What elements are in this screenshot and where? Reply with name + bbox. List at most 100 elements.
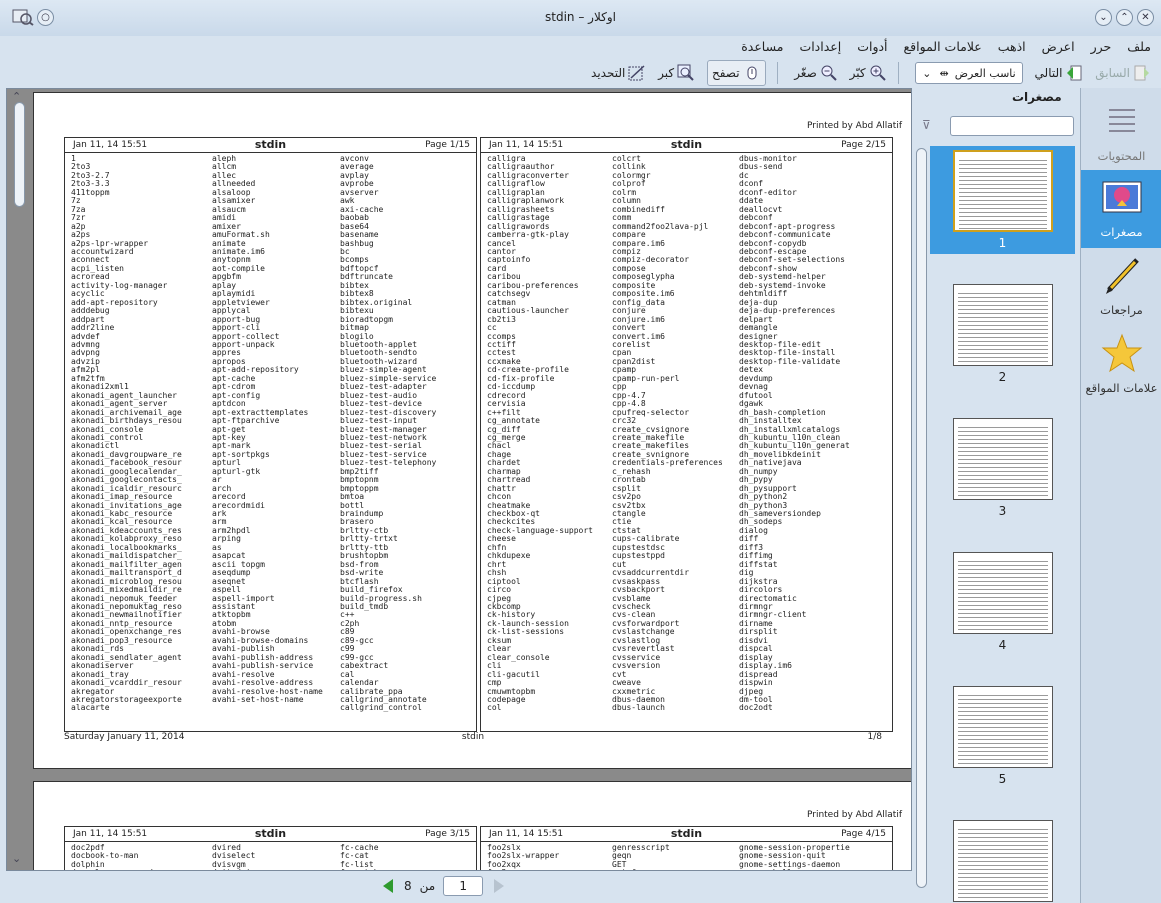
page-thumbnail-image [952,820,1053,902]
thumbnail-text-line [958,192,1047,193]
thumbnail-text-line [957,357,1048,358]
select-label: التحديد [591,66,626,80]
thumbnail-text-line [957,613,1048,614]
browse-tool-button[interactable]: تصفح [706,60,766,86]
thumbnail-text-line [957,747,1048,748]
menu-tools[interactable]: أدوات [857,36,887,58]
thumbnail-text-line [958,228,1047,229]
thumbnail-text-line [957,341,1048,342]
thumbnail-text-line [957,561,1048,562]
thumbnail-page-5[interactable]: 5 [930,682,1075,786]
file-list: doc2pdf docbook-to-man dolphin do-releas… [71,844,471,870]
sidebar-label: مصغرات [1100,225,1143,239]
sidebar-item-thumbnails[interactable]: مصغرات [1081,170,1161,248]
thumbnail-text-line [958,212,1047,213]
thumbnail-text-line [957,471,1048,472]
side-navigation: المحتويات مصغرات مراجعات علامات المواقع [1080,88,1161,903]
thumbnail-text-line [957,889,1048,890]
thumbnail-text-line [957,491,1048,492]
previous-page-button[interactable]: السابق [1095,60,1151,86]
scrollbar-thumb[interactable] [14,102,25,207]
sidebar-item-reviews[interactable]: مراجعات [1081,248,1161,326]
thumbnail-text-line [957,585,1048,586]
document-scrollbar[interactable]: ⌃ ⌄ [8,90,30,867]
thumbnail-text-line [957,483,1048,484]
next-page-arrow-icon[interactable] [380,878,396,894]
menu-file[interactable]: ملف [1127,36,1151,58]
maximize-button[interactable]: ⌃ [1116,9,1133,26]
thumbnail-page-4[interactable]: 4 [930,548,1075,652]
thumbnail-list: 1 2 3 4 5 [912,146,1080,903]
thumbnail-text-line [957,881,1048,882]
thumbnail-text-line [957,321,1048,322]
thumbnail-text-line [957,463,1048,464]
scroll-down-icon[interactable]: ⌄ [12,852,21,865]
thumbnail-text-line [957,479,1048,480]
close-button[interactable]: ✕ [1137,9,1154,26]
thumbnail-text-line [957,313,1048,314]
fit-width-icon: ⇹ [939,66,949,80]
header-filename: stdin [670,827,703,840]
thumbnail-text-line [957,695,1048,696]
page-thumbnail-image [952,552,1053,634]
minimize-button[interactable]: ⌄ [1095,9,1112,26]
thumbnail-text-line [957,435,1048,436]
thumbnails-icon [1102,181,1141,213]
thumbnail-search-input[interactable] [950,116,1074,136]
thumbnail-text-line [958,216,1047,217]
header-page-number: Page 4/15 [841,829,886,839]
previous-arrow-icon [1134,65,1149,81]
page-column-left: Jan 11, 14 15:51 stdin Page 1/15 1 2to3 2t… [64,137,477,732]
document-page-1: Printed by Abd Allatif Jan 11, 14 15:51 s… [33,92,911,769]
thumbnail-text-line [957,427,1048,428]
reviews-pencil-icon [1105,258,1139,294]
menu-view[interactable]: اعرض [1042,36,1075,58]
menu-go[interactable]: اذهب [998,36,1026,58]
next-label: التالي [1034,66,1063,80]
thumbnail-text-line [957,711,1048,712]
thumbnail-text-line [958,208,1047,209]
document-view[interactable]: Printed by Abd Allatif Jan 11, 14 15:51 s… [6,88,912,871]
thumbnail-text-line [958,160,1047,161]
menu-help[interactable]: مساعدة [741,36,783,58]
next-page-button[interactable]: التالي [1035,60,1084,86]
thumbnail-text-line [957,869,1048,870]
header-filename: stdin [254,138,287,151]
file-list: calligra calligraauthor calligraconverte… [487,155,887,730]
menu-edit[interactable]: حرر [1091,36,1112,58]
menu-bookmarks[interactable]: علامات المواقع [904,36,982,58]
page-number-input[interactable]: 1 [443,876,484,896]
page-column-right: Jan 11, 14 15:51 stdin Page 4/15 foo2slx f… [480,826,893,870]
thumbnail-page-3[interactable]: 3 [930,414,1075,518]
zoom-in-button[interactable]: كبّر [850,60,887,86]
page-thumbnail-image [952,284,1053,366]
thumbnail-page-1[interactable]: 1 [930,146,1075,254]
file-column: colcrt collink colormgr colprof colrm co… [612,155,723,713]
thumbnail-text-line [958,180,1047,181]
thumbnail-text-line [957,293,1048,294]
sidebar-item-contents[interactable]: المحتويات [1081,94,1161,172]
menu-settings[interactable]: إعدادات [799,36,841,58]
thumbnail-text-line [957,719,1048,720]
thumbnail-text-line [957,849,1048,850]
thumbnail-page-2[interactable]: 2 [930,280,1075,384]
magnify-tool-button[interactable]: كبر [658,60,695,86]
sidebar-item-bookmarks[interactable]: علامات المواقع [1081,326,1161,404]
thumbnail-text-line [957,877,1048,878]
thumbnail-text-line [958,200,1047,201]
printed-by: Printed by Abd Allatif [806,121,902,131]
zoom-out-button[interactable]: صغّر [794,60,838,86]
thumbnail-text-line [957,861,1048,862]
footer-page: 1/8 [867,732,882,742]
select-tool-button[interactable]: التحديد [591,60,646,86]
thumbnail-text-line [957,751,1048,752]
previous-page-arrow-icon[interactable] [491,878,507,894]
thumbnail-page-6[interactable] [930,816,1075,902]
view-mode-select[interactable]: ناسب العرض ⇹ ⌄ [915,62,1023,84]
thumbnail-text-line [957,707,1048,708]
filter-icon[interactable]: ⊽ [922,118,938,134]
thumbnail-text-line [957,317,1048,318]
thumbnail-text-line [957,609,1048,610]
file-list: foo2slx foo2slx-wrapper foo2xqx foo2xqx-… [487,844,887,870]
thumbnail-text-line [957,589,1048,590]
